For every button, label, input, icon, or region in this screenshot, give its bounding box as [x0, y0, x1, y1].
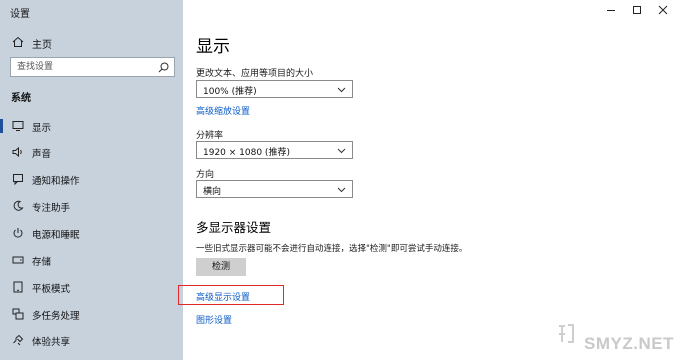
sidebar-item-label: 显示: [32, 123, 52, 134]
share-icon: [13, 334, 24, 346]
detect-button[interactable]: 检测: [196, 258, 246, 276]
scale-label: 更改文本、应用等项目的大小: [196, 69, 314, 79]
search-icon[interactable]: [158, 62, 169, 73]
sidebar-item-notifications[interactable]: 通知和操作: [0, 168, 183, 190]
sidebar-section-title: 系统: [11, 93, 31, 104]
sidebar-item-label: 体验共享: [32, 337, 71, 348]
search-input[interactable]: [17, 60, 147, 74]
moon-icon: [13, 200, 24, 211]
sidebar-item-label: 专注助手: [32, 203, 71, 214]
storage-icon: [12, 256, 24, 264]
home-icon: [12, 36, 24, 47]
chevron-down-icon: [337, 187, 346, 193]
sidebar-item-power[interactable]: 电源和睡眠: [0, 222, 183, 244]
sidebar-item-shared-experiences[interactable]: 体验共享: [0, 329, 183, 351]
active-indicator: [0, 119, 3, 133]
sidebar-item-display[interactable]: 显示: [0, 115, 183, 137]
sidebar-item-label: 平板模式: [32, 284, 71, 295]
sidebar-item-sound[interactable]: 声音: [0, 141, 183, 163]
sidebar-item-label: 存储: [32, 257, 52, 268]
advanced-display-link[interactable]: 高级显示设置: [196, 290, 250, 303]
multi-display-title: 多显示器设置: [196, 220, 272, 235]
chevron-down-icon: [337, 87, 346, 93]
sidebar-item-label: 主页: [32, 40, 52, 51]
search-box[interactable]: [10, 57, 175, 77]
multi-display-description: 一些旧式显示器可能不会进行自动连接，选择"检测"即可尝试手动连接。: [196, 244, 468, 254]
sidebar-item-label: 电源和睡眠: [32, 230, 80, 241]
resolution-value: 1920 × 1080 (推荐): [203, 148, 290, 158]
sidebar-item-storage[interactable]: 存储: [0, 249, 183, 271]
close-icon[interactable]: [653, 3, 673, 17]
watermark-logo-icon: [559, 324, 574, 343]
resolution-label: 分辨率: [196, 131, 224, 141]
sidebar: 设置 主页 系统 显示 声音 通知和操作: [0, 0, 183, 360]
monitor-icon: [12, 121, 24, 131]
scale-dropdown[interactable]: 100% (推荐): [196, 80, 353, 98]
sidebar-item-label: 多任务处理: [32, 311, 80, 322]
chevron-down-icon: [337, 148, 346, 154]
sidebar-item-label: 声音: [32, 149, 52, 160]
watermark: SMYZ.NET: [556, 322, 674, 356]
sidebar-item-multitasking[interactable]: 多任务处理: [0, 303, 183, 325]
resolution-dropdown[interactable]: 1920 × 1080 (推荐): [196, 141, 353, 159]
minimize-icon[interactable]: [601, 3, 621, 17]
app-title: 设置: [10, 9, 30, 20]
page-title: 显示: [196, 37, 230, 57]
power-icon: [13, 228, 23, 238]
speaker-icon: [12, 146, 22, 158]
maximize-icon[interactable]: [627, 3, 647, 17]
orientation-label: 方向: [196, 170, 215, 180]
graphics-settings-link[interactable]: 图形设置: [196, 313, 232, 326]
sidebar-item-home[interactable]: 主页: [0, 33, 183, 51]
sidebar-item-focus-assist[interactable]: 专注助手: [0, 195, 183, 217]
main-content: 显示 更改文本、应用等项目的大小 100% (推荐) 高级缩放设置 分辨率 19…: [178, 0, 680, 360]
orientation-dropdown[interactable]: 横向: [196, 180, 353, 198]
scale-value: 100% (推荐): [203, 87, 257, 97]
multitask-icon: [12, 308, 24, 320]
notification-icon: [13, 174, 23, 185]
watermark-text: SMYZ.NET: [584, 334, 674, 353]
tablet-icon: [13, 281, 23, 293]
sidebar-item-tablet-mode[interactable]: 平板模式: [0, 276, 183, 298]
orientation-value: 横向: [203, 187, 222, 197]
advanced-scaling-link[interactable]: 高级缩放设置: [196, 104, 250, 117]
sidebar-item-label: 通知和操作: [32, 176, 80, 187]
